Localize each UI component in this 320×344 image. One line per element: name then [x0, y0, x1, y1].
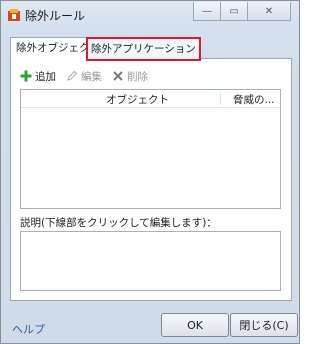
app-icon [8, 9, 20, 21]
tab-panel: 追加 編集 削除 オブジェクト 脅威の... 説明(下線部をクリックして編集しま… [10, 58, 292, 301]
maximize-icon: ▭ [229, 5, 239, 17]
close-window-button[interactable]: ✕ [248, 2, 291, 21]
tab-label: 除外アプリケーション [91, 43, 196, 55]
column-header-object[interactable]: オブジェクト [106, 92, 169, 107]
close-label: 閉じる(C) [239, 319, 289, 332]
close-button[interactable]: 閉じる(C) [230, 313, 298, 337]
excluded-objects-list[interactable]: オブジェクト 脅威の... [20, 89, 281, 209]
description-label: 説明(下線部をクリックして編集します)： [20, 217, 217, 229]
window-title: 除外ルール [25, 9, 86, 23]
list-header: オブジェクト 脅威の... [21, 90, 280, 108]
ok-button[interactable]: OK [161, 313, 229, 337]
minimize-icon: — [202, 5, 212, 17]
description-box[interactable] [20, 231, 281, 291]
toolbar: 追加 編集 削除 [20, 67, 158, 85]
minimize-button[interactable]: — [193, 2, 221, 21]
title-bar[interactable]: 除外ルール — ▭ ✕ [1, 1, 299, 29]
pencil-icon [67, 70, 78, 81]
edit-label: 編集 [81, 70, 102, 83]
tab-excluded-applications[interactable]: 除外アプリケーション [86, 37, 201, 61]
close-icon: ✕ [264, 5, 274, 17]
delete-label: 削除 [127, 70, 148, 83]
delete-button[interactable]: 削除 [112, 69, 148, 84]
add-label: 追加 [35, 70, 56, 83]
help-link[interactable]: ヘルプ [12, 321, 45, 337]
column-separator[interactable] [220, 92, 221, 105]
ok-label: OK [187, 318, 203, 332]
maximize-button[interactable]: ▭ [221, 2, 248, 21]
delete-x-icon [113, 71, 123, 81]
add-button[interactable]: 追加 [20, 69, 56, 84]
column-header-threat[interactable]: 脅威の... [233, 92, 275, 107]
plus-icon [20, 70, 32, 82]
exclusion-rules-dialog: 除外ルール — ▭ ✕ 除外オブジェクト 除外アプリケーション 追加 編集 削除… [0, 0, 300, 344]
edit-button[interactable]: 編集 [66, 69, 102, 84]
